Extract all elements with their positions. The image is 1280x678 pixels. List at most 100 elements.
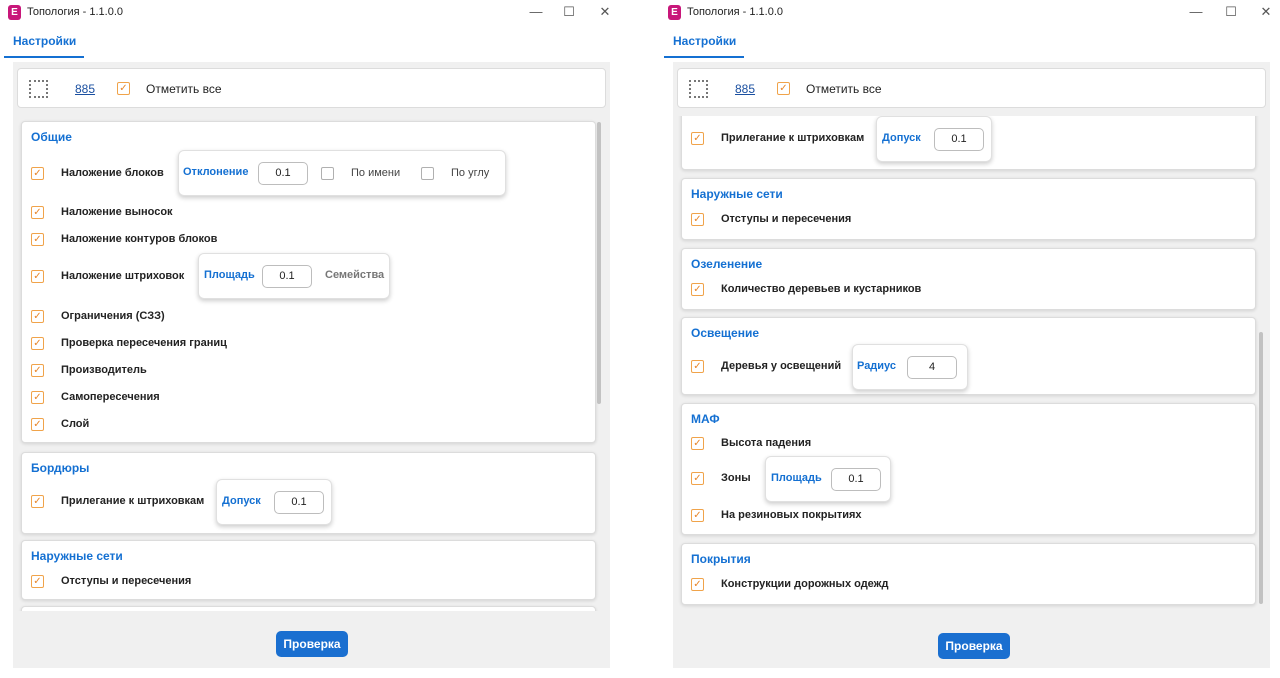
item-checkbox[interactable]: ✓ [31,364,44,377]
selection-toolbar: 885 ✓ Отметить все [677,68,1266,108]
item-checkbox[interactable]: ✓ [31,391,44,404]
families-option[interactable]: Семейства [325,269,384,281]
item-label: Количество деревьев и кустарников [721,283,922,295]
checks-list[interactable]: Общие ✓ Наложение блоков Отклонение 0.1 … [13,116,610,611]
item-checkbox[interactable]: ✓ [691,360,704,373]
item-label: Отступы и пересечения [721,213,852,225]
item-checkbox[interactable]: ✓ [31,575,44,588]
by-angle-label: По углу [451,167,490,179]
item-checkbox[interactable]: ✓ [691,509,704,522]
app-window-right: Е Топология - 1.1.0.0 — ☐ ✕ Настройки 88… [660,0,1280,678]
tolerance-input[interactable]: 0.1 [274,491,324,514]
by-name-checkbox[interactable]: ✓ [321,167,334,180]
select-all-label: Отметить все [146,82,222,96]
item-checkbox[interactable]: ✓ [691,213,704,226]
section-general: Общие ✓ Наложение блоков Отклонение 0.1 … [21,121,596,443]
item-label: Ограничения (СЗЗ) [61,310,165,322]
item-label: Наложение контуров блоков [61,233,218,245]
scrollbar-thumb[interactable] [1259,332,1263,604]
tab-settings[interactable]: Настройки [13,34,76,48]
check-button[interactable]: Проверка [938,633,1010,659]
deviation-label: Отклонение [183,166,249,178]
item-checkbox[interactable]: ✓ [31,495,44,508]
item-label: Зоны [721,472,751,484]
item-checkbox[interactable]: ✓ [691,132,704,145]
item-checkbox[interactable]: ✓ [31,310,44,323]
selection-toolbar: 885 ✓ Отметить все [17,68,606,108]
minimize-button[interactable]: — [526,3,546,21]
item-label: Самопересечения [61,391,160,403]
minimize-button[interactable]: — [1186,3,1206,21]
select-all-checkbox[interactable]: ✓ [777,82,790,95]
window-title: Топология - 1.1.0.0 [27,6,123,18]
item-checkbox[interactable]: ✓ [691,283,704,296]
section-title: Наружные сети [691,187,783,201]
section-external-networks: Наружные сети ✓ Отступы и пересечения [21,540,596,600]
section-title: Бордюры [31,461,90,475]
item-label: Высота падения [721,437,812,449]
by-name-label: По имени [351,167,401,179]
section-borders: ✓ Прилегание к штриховкам Допуск 0.1 [681,116,1256,170]
area-input[interactable]: 0.1 [262,265,312,288]
item-checkbox[interactable]: ✓ [31,270,44,283]
section-title: Озеленение [691,257,763,271]
close-button[interactable]: ✕ [595,3,615,21]
tolerance-label: Допуск [222,495,261,507]
app-window-left: Е Топология - 1.1.0.0 — ☐ ✕ Настройки 88… [0,0,620,678]
item-checkbox[interactable]: ✓ [691,578,704,591]
settings-panel: 885 ✓ Отметить все Общие ✓ Наложение бло… [13,62,610,668]
check-button[interactable]: Проверка [276,631,348,657]
item-label: Конструкции дорожных одежд [721,578,889,590]
app-logo-icon: Е [8,5,21,20]
object-count-link[interactable]: 885 [75,82,95,96]
item-checkbox[interactable]: ✓ [31,206,44,219]
section-greening: Озеленение ✓ Количество деревьев и куста… [681,248,1256,310]
section-coverings: Покрытия ✓ Конструкции дорожных одежд [681,543,1256,605]
area-label: Площадь [204,269,255,281]
item-label: Наложение блоков [61,167,164,179]
tolerance-label: Допуск [882,132,921,144]
select-all-checkbox[interactable]: ✓ [117,82,130,95]
item-checkbox[interactable]: ✓ [691,437,704,450]
section-title: Наружные сети [31,549,123,563]
item-checkbox[interactable]: ✓ [31,337,44,350]
tolerance-input[interactable]: 0.1 [934,128,984,151]
scrollbar-thumb[interactable] [597,122,601,404]
maximize-button[interactable]: ☐ [1221,3,1241,21]
borders-tolerance-params: Допуск 0.1 [876,116,992,162]
item-checkbox[interactable]: ✓ [31,418,44,431]
title-bar: Е Топология - 1.1.0.0 — ☐ ✕ [660,0,1280,26]
item-label: Прилегание к штриховкам [61,495,205,507]
section-title: Общие [31,130,72,144]
checks-list[interactable]: ✓ Прилегание к штриховкам Допуск 0.1 Нар… [673,116,1270,611]
section-title: Покрытия [691,552,751,566]
section-lighting: Освещение ✓ Деревья у освещений Радиус 4 [681,317,1256,395]
selection-area-icon[interactable] [29,80,48,98]
section-title: МАФ [691,412,720,426]
radius-input[interactable]: 4 [907,356,957,379]
item-checkbox[interactable]: ✓ [31,233,44,246]
item-checkbox[interactable]: ✓ [31,167,44,180]
app-logo-icon: Е [668,5,681,20]
object-count-link[interactable]: 885 [735,82,755,96]
item-checkbox[interactable]: ✓ [691,472,704,485]
item-label: Наложение штриховок [61,270,185,282]
radius-params: Радиус 4 [852,344,968,390]
section-borders: Бордюры ✓ Прилегание к штриховкам Допуск… [21,452,596,534]
selection-area-icon[interactable] [689,80,708,98]
maximize-button[interactable]: ☐ [559,3,579,21]
zones-area-params: Площадь 0.1 [765,456,891,502]
tab-active-indicator [664,56,744,58]
close-button[interactable]: ✕ [1256,3,1276,21]
borders-tolerance-params: Допуск 0.1 [216,479,332,525]
tab-settings[interactable]: Настройки [673,34,736,48]
item-label: Отступы и пересечения [61,575,192,587]
by-angle-checkbox[interactable]: ✓ [421,167,434,180]
area-label: Площадь [771,472,822,484]
item-label: Деревья у освещений [721,360,842,372]
section-next [21,606,596,611]
tab-active-indicator [4,56,84,58]
area-input[interactable]: 0.1 [831,468,881,491]
window-title: Топология - 1.1.0.0 [687,6,783,18]
deviation-input[interactable]: 0.1 [258,162,308,185]
